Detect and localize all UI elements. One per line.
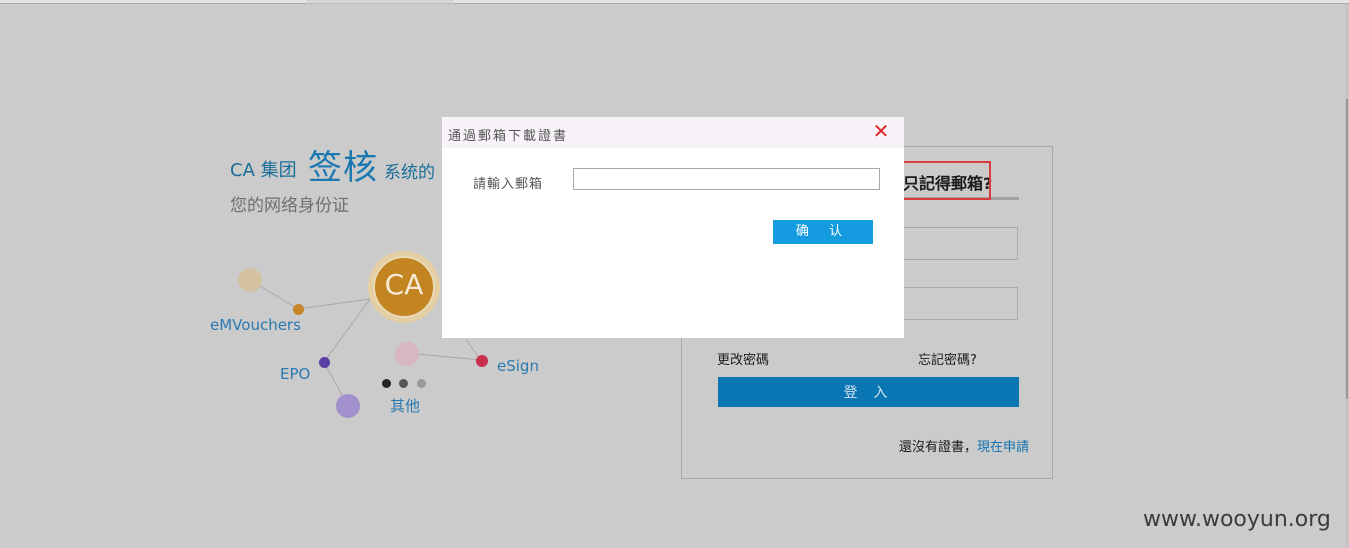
login-button[interactable]: 登 入 (718, 377, 1019, 407)
no-certificate-label: 還沒有證書， (899, 440, 978, 455)
carousel-dot[interactable] (399, 379, 408, 388)
change-password-link[interactable]: 更改密碼 (717, 349, 769, 368)
apply-now-link[interactable]: 現在申請 (977, 440, 1029, 455)
node-dot (336, 394, 360, 418)
node-label-epo[interactable]: EPO (280, 365, 310, 383)
watermark: www.wooyun.org (1143, 507, 1331, 532)
edge-line (297, 298, 371, 310)
carousel-dot[interactable] (382, 379, 391, 388)
carousel-dot[interactable] (417, 379, 426, 388)
node-label-emvouchers[interactable]: eMVouchers (210, 316, 301, 334)
node-dot-esign (476, 355, 488, 367)
email-input[interactable] (573, 168, 880, 190)
dialog-header: 通過郵箱下載證書 ✕ (442, 117, 904, 148)
confirm-button[interactable]: 确 认 (773, 220, 873, 244)
username-input[interactable] (903, 227, 1018, 260)
node-dot (395, 342, 419, 366)
node-label-other[interactable]: 其他 (390, 395, 420, 416)
password-input[interactable] (903, 287, 1018, 320)
forgot-password-link[interactable]: 忘記密碼? (918, 349, 977, 368)
dialog-title: 通過郵箱下載證書 (448, 129, 569, 144)
email-label: 請輸入郵箱 (473, 177, 544, 192)
download-certificate-dialog: 通過郵箱下載證書 ✕ 請輸入郵箱 确 认 (442, 117, 904, 338)
node-label-esign[interactable]: eSign (497, 357, 539, 375)
edge-line (323, 298, 371, 363)
ca-logo-text: CA (384, 268, 424, 301)
close-icon[interactable]: ✕ (870, 119, 892, 143)
node-dot-epo (319, 357, 330, 368)
no-certificate-text: 還沒有證書，現在申請 (899, 436, 1029, 455)
highlight-box (900, 161, 991, 200)
node-dot-emvouchers (293, 304, 304, 315)
node-dot (238, 268, 262, 292)
